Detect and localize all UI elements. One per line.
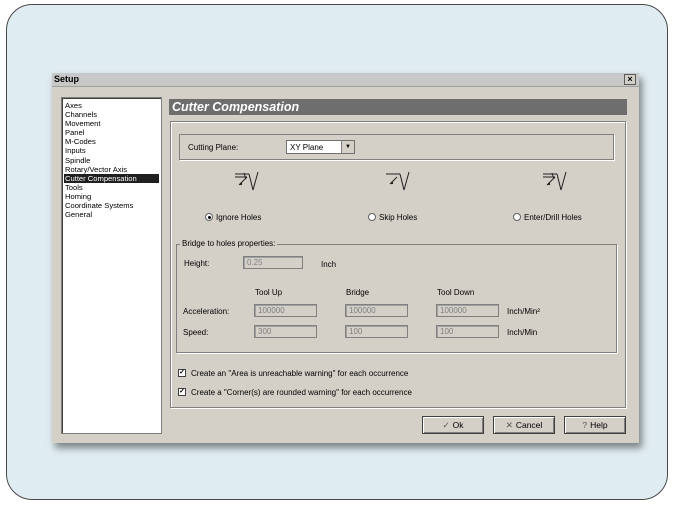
nav-item-tools[interactable]: Tools [64,183,161,192]
checkmark-icon[interactable]: ✓ [178,388,186,396]
nav-item-axes[interactable]: Axes [64,101,161,110]
acceleration-bridge-field[interactable]: 100000 [345,304,408,317]
radio-selected-icon[interactable] [205,213,213,221]
skip-holes-label: Skip Holes [379,213,418,222]
speed-tool-down-field[interactable]: 100 [436,325,499,338]
cutting-plane-group: Cutting Plane: XY Plane ▼ [179,134,614,160]
x-icon: ✕ [505,420,513,430]
checkmark-icon[interactable]: ✓ [178,369,186,377]
skip-holes-icon [386,171,410,191]
nav-item-cutter-compensation[interactable]: Cutter Compensation [64,173,159,183]
column-bridge: Bridge [346,288,370,297]
ok-label: Ok [452,420,464,430]
enter-drill-holes-icon [543,171,567,191]
cutting-plane-select[interactable]: XY Plane ▼ [286,140,355,154]
nav-item-homing[interactable]: Homing [64,192,161,201]
bridge-properties-legend: Bridge to holes properties: [180,239,278,248]
ok-button[interactable]: ✓ Ok [422,416,484,434]
title-bar: Setup × [52,73,639,87]
speed-tool-up-field[interactable]: 300 [254,325,317,338]
radio-unselected-icon[interactable] [368,213,376,221]
cutting-plane-value: XY Plane [290,143,324,152]
chevron-down-icon[interactable]: ▼ [341,141,354,153]
column-tool-down: Tool Down [437,288,475,297]
nav-item-coordinate-systems[interactable]: Coordinate Systems [64,201,161,210]
cancel-button[interactable]: ✕ Cancel [493,416,555,434]
help-button[interactable]: ? Help [564,416,626,434]
acceleration-unit: Inch/Min² [507,307,540,316]
column-tool-up: Tool Up [255,288,283,297]
ignore-holes-label: Ignore Holes [216,213,262,222]
nav-item-general[interactable]: General [64,210,161,219]
acceleration-tool-up-field[interactable]: 100000 [254,304,317,317]
rounded-corner-warning-label: Create a "Corner(s) are rounded warning"… [191,388,412,397]
acceleration-tool-down-field[interactable]: 100000 [436,304,499,317]
cancel-label: Cancel [515,420,543,430]
nav-item-inputs[interactable]: Inputs [64,146,161,155]
height-label: Height: [184,259,210,268]
cutting-plane-label: Cutting Plane: [188,143,239,152]
height-field[interactable]: 0.25 [243,256,303,269]
check-icon: ✓ [442,420,450,430]
help-label: Help [590,420,608,430]
setup-dialog: Setup × Axes Channels Movement Panel M-C… [52,73,639,443]
unreachable-warning-label: Create an "Area is unreachable warning" … [191,369,409,378]
close-button[interactable]: × [624,74,636,85]
radio-unselected-icon[interactable] [513,213,521,221]
nav-item-spindle[interactable]: Spindle [64,156,161,165]
ignore-holes-icon [235,171,259,191]
height-unit: Inch [321,260,337,269]
nav-item-panel[interactable]: Panel [64,128,161,137]
section-title: Cutter Compensation [172,100,300,114]
speed-label: Speed: [183,328,209,337]
nav-item-movement[interactable]: Movement [64,119,161,128]
enter-drill-holes-label: Enter/Drill Holes [524,213,582,222]
nav-item-rotary-vector-axis[interactable]: Rotary/Vector Axis [64,165,161,174]
speed-unit: Inch/Min [507,328,538,337]
speed-bridge-field[interactable]: 100 [345,325,408,338]
window-title: Setup [54,74,80,84]
help-icon: ? [582,420,588,430]
nav-item-m-codes[interactable]: M-Codes [64,137,161,146]
nav-item-channels[interactable]: Channels [64,110,161,119]
acceleration-label: Acceleration: [183,307,230,316]
settings-category-list[interactable]: Axes Channels Movement Panel M-Codes Inp… [61,97,162,434]
section-header: Cutter Compensation [169,99,627,115]
